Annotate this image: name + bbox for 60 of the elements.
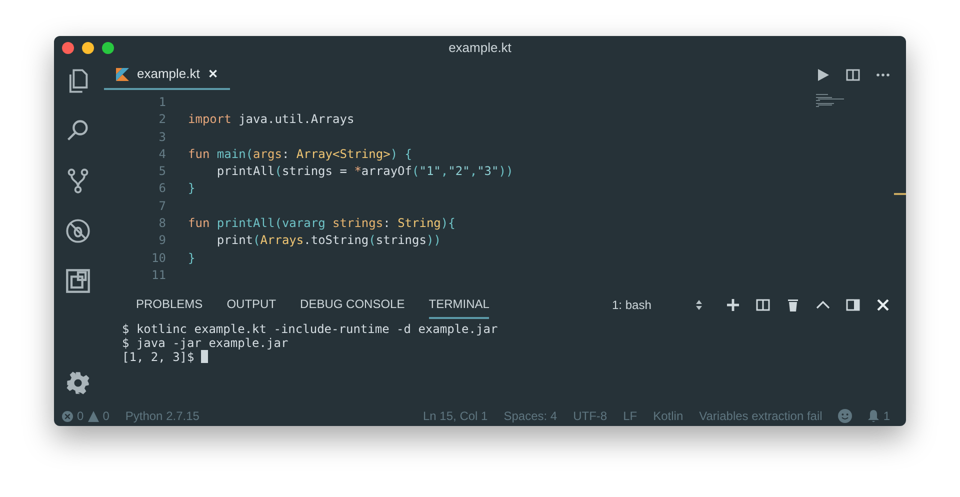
- maximize-window-button[interactable]: [102, 42, 114, 54]
- minimize-window-button[interactable]: [82, 42, 94, 54]
- warning-icon: [88, 410, 99, 422]
- code-line: printAll(strings = *arrayOf("1","2","3")): [216, 163, 514, 180]
- kotlin-file-icon: [116, 68, 129, 80]
- panel-tab[interactable]: TERMINAL: [428, 291, 490, 319]
- line-number: 4: [158, 146, 167, 163]
- panel-tab[interactable]: OUTPUT: [226, 291, 276, 319]
- code-line: import java.util.Arrays: [188, 111, 354, 128]
- line-number: 9: [158, 232, 167, 250]
- close-window-button[interactable]: [62, 42, 74, 54]
- line-number: 8: [158, 215, 167, 232]
- status-item[interactable]: UTF-8: [573, 407, 608, 425]
- status-item[interactable]: Spaces: 4: [504, 407, 558, 425]
- line-number: 2: [158, 111, 167, 128]
- settings-icon[interactable]: [65, 370, 91, 396]
- problems-indicator[interactable]: 0 0: [62, 407, 110, 425]
- bell-icon: [868, 410, 880, 422]
- minimap-drawing: [816, 94, 844, 107]
- terminal-text: [1, 2, 3]$: [122, 350, 196, 364]
- panel-tab[interactable]: PROBLEMS: [136, 291, 203, 319]
- code-line: fun main(args: Array<String>) {: [188, 146, 412, 163]
- panel-tab[interactable]: DEBUG CONSOLE: [300, 291, 405, 319]
- code-line: print(Arrays.toString(strings)): [216, 232, 441, 250]
- close-tab-button[interactable]: ✕: [208, 65, 218, 83]
- code-line: }: [188, 250, 196, 267]
- debug-icon[interactable]: [65, 218, 91, 244]
- line-number: 5: [158, 163, 167, 180]
- run-icon[interactable]: [816, 68, 830, 82]
- status-item[interactable]: Ln 15, Col 1: [423, 407, 488, 425]
- split-editor-icon[interactable]: [846, 68, 860, 82]
- terminal-line: $ kotlinc example.kt -include-runtime -d example.jar: [122, 322, 499, 336]
- python-interpreter[interactable]: Python 2.7.15: [125, 407, 200, 425]
- line-number: 3: [158, 128, 167, 146]
- status-item[interactable]: LF: [623, 407, 638, 425]
- trash-icon[interactable]: [786, 298, 800, 312]
- smiley-icon[interactable]: [838, 409, 852, 423]
- code-line: fun printAll(vararg strings: String){: [188, 215, 456, 232]
- source-control-icon[interactable]: [65, 168, 91, 194]
- status-item[interactable]: Kotlin: [653, 407, 684, 425]
- line-number: 6: [158, 180, 167, 198]
- line-number: 11: [150, 266, 167, 284]
- scrollbar-marker: [894, 193, 906, 195]
- add-icon[interactable]: [726, 298, 740, 312]
- code-line: }: [188, 180, 196, 198]
- editor-tab[interactable]: example.kt ✕: [104, 60, 230, 90]
- close-icon[interactable]: [876, 298, 890, 312]
- panel-layout-icon[interactable]: [846, 298, 860, 312]
- line-number: 10: [150, 250, 167, 267]
- line-number: 1: [158, 94, 167, 111]
- updown-caret-icon: [696, 300, 702, 310]
- notifications-indicator[interactable]: 1: [868, 407, 898, 425]
- terminal-cursor: [201, 350, 208, 363]
- extensions-icon[interactable]: [65, 268, 91, 294]
- line-number: 7: [158, 198, 167, 215]
- error-icon: [62, 410, 73, 422]
- terminal-line: $ java -jar example.jar: [122, 336, 290, 350]
- status-item[interactable]: Variables extraction fail: [699, 407, 822, 425]
- split-terminal-icon[interactable]: [756, 298, 770, 312]
- window-title: example.kt: [448, 39, 512, 58]
